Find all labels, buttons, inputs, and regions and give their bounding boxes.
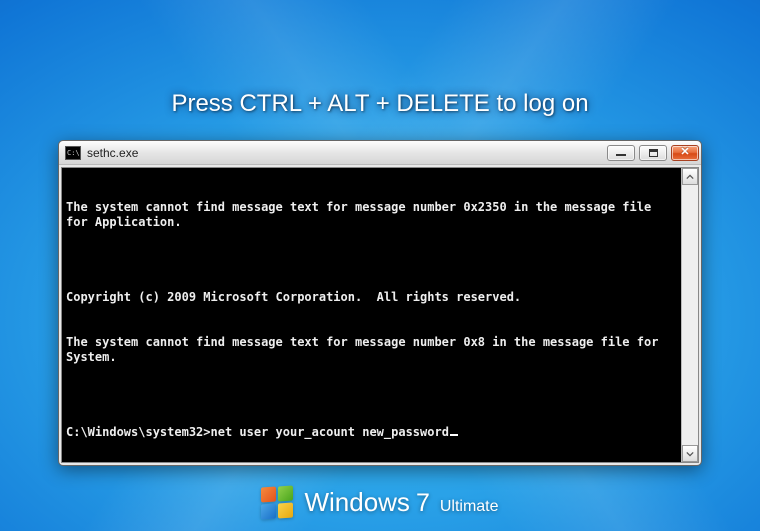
brand-product: Windows (304, 487, 409, 518)
scroll-up-button[interactable] (682, 168, 698, 185)
prompt-prefix: C:\Windows\system32> (66, 425, 211, 439)
desktop-background: Press CTRL + ALT + DELETE to log on seth… (0, 0, 760, 531)
chevron-up-icon (686, 173, 694, 181)
maximize-button[interactable] (639, 145, 667, 161)
close-icon: ✕ (680, 147, 689, 158)
console-line: The system cannot find message text for … (66, 200, 677, 230)
chevron-down-icon (686, 450, 694, 458)
text-cursor (450, 434, 458, 436)
console-area[interactable]: The system cannot find message text for … (61, 167, 699, 463)
window-controls: ✕ (607, 145, 699, 161)
scroll-down-button[interactable] (682, 445, 698, 462)
console-line: Copyright (c) 2009 Microsoft Corporation… (66, 290, 677, 305)
windows-logo-icon (261, 486, 294, 519)
command-prompt-window[interactable]: sethc.exe ✕ The system cannot find messa… (58, 140, 702, 466)
console-prompt-line: C:\Windows\system32>net user your_acount… (66, 425, 677, 440)
cmd-icon (65, 146, 81, 160)
close-button[interactable]: ✕ (671, 145, 699, 161)
brand-version: 7 (416, 489, 430, 518)
windows-branding: Windows7 Ultimate (0, 486, 760, 519)
window-title: sethc.exe (87, 146, 601, 160)
window-titlebar[interactable]: sethc.exe ✕ (59, 141, 701, 165)
console-output: The system cannot find message text for … (66, 170, 677, 458)
prompt-input: net user your_acount new_password (211, 425, 449, 439)
console-line: The system cannot find message text for … (66, 335, 677, 365)
brand-edition: Ultimate (440, 498, 499, 516)
vertical-scrollbar[interactable] (681, 168, 698, 462)
minimize-button[interactable] (607, 145, 635, 161)
logon-instruction: Press CTRL + ALT + DELETE to log on (0, 90, 760, 118)
